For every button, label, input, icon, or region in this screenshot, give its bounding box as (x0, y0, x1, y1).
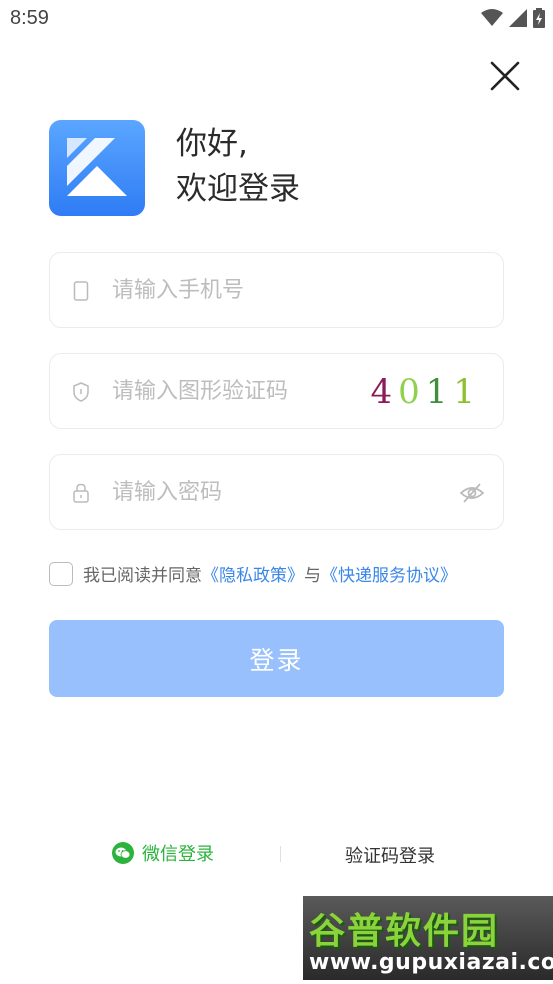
phone-field (49, 252, 504, 328)
phone-input[interactable] (112, 253, 412, 327)
captcha-char: 1 (453, 372, 481, 412)
agreement-and: 与 (304, 566, 321, 586)
wechat-login-button[interactable]: 微信登录 (112, 840, 214, 866)
greeting-line2: 欢迎登录 (176, 171, 300, 207)
privacy-policy-link[interactable]: 《隐私政策》 (202, 561, 304, 586)
close-icon (490, 61, 520, 91)
password-field (49, 454, 504, 530)
captcha-char: 1 (425, 372, 454, 412)
phone-icon (73, 281, 89, 301)
status-time: 8:59 (10, 7, 49, 29)
agreement-prefix: 我已阅读并同意 (83, 566, 202, 586)
wifi-icon (481, 9, 503, 26)
watermark-title: 谷普软件园 (309, 911, 500, 952)
watermark: 谷普软件园 www.gupuxiazai.com (303, 896, 553, 980)
status-icons (481, 8, 545, 28)
wechat-login-label: 微信登录 (142, 844, 214, 865)
agreement-checkbox[interactable] (49, 561, 73, 586)
watermark-url: www.gupuxiazai.com (309, 950, 553, 975)
login-button[interactable]: 登录 (49, 620, 504, 697)
status-bar: 8:59 (0, 0, 553, 38)
lock-icon (73, 483, 89, 503)
captcha-field: 4011 (49, 353, 504, 429)
captcha-char: 0 (398, 372, 426, 412)
app-logo (49, 120, 145, 216)
wechat-icon (112, 842, 134, 864)
sms-login-button[interactable]: 验证码登录 (345, 842, 435, 868)
battery-icon (533, 8, 545, 28)
agreement-row: 我已阅读并同意 《隐私政策》 与 《快递服务协议》 (49, 561, 457, 586)
captcha-input[interactable] (112, 354, 412, 428)
greeting-line1: 你好, (176, 126, 248, 162)
signal-icon (509, 9, 527, 27)
captcha-char: 4 (370, 372, 399, 412)
password-input[interactable] (112, 455, 412, 529)
close-button[interactable] (485, 56, 525, 96)
shield-icon (73, 382, 89, 402)
divider (280, 846, 281, 862)
eye-off-icon[interactable] (459, 481, 485, 505)
captcha-image[interactable]: 4011 (370, 372, 481, 412)
greeting: 你好, 欢迎登录 (176, 122, 300, 212)
service-agreement-link[interactable]: 《快递服务协议》 (321, 561, 457, 586)
alt-login-row: 微信登录 验证码登录 (0, 840, 553, 870)
